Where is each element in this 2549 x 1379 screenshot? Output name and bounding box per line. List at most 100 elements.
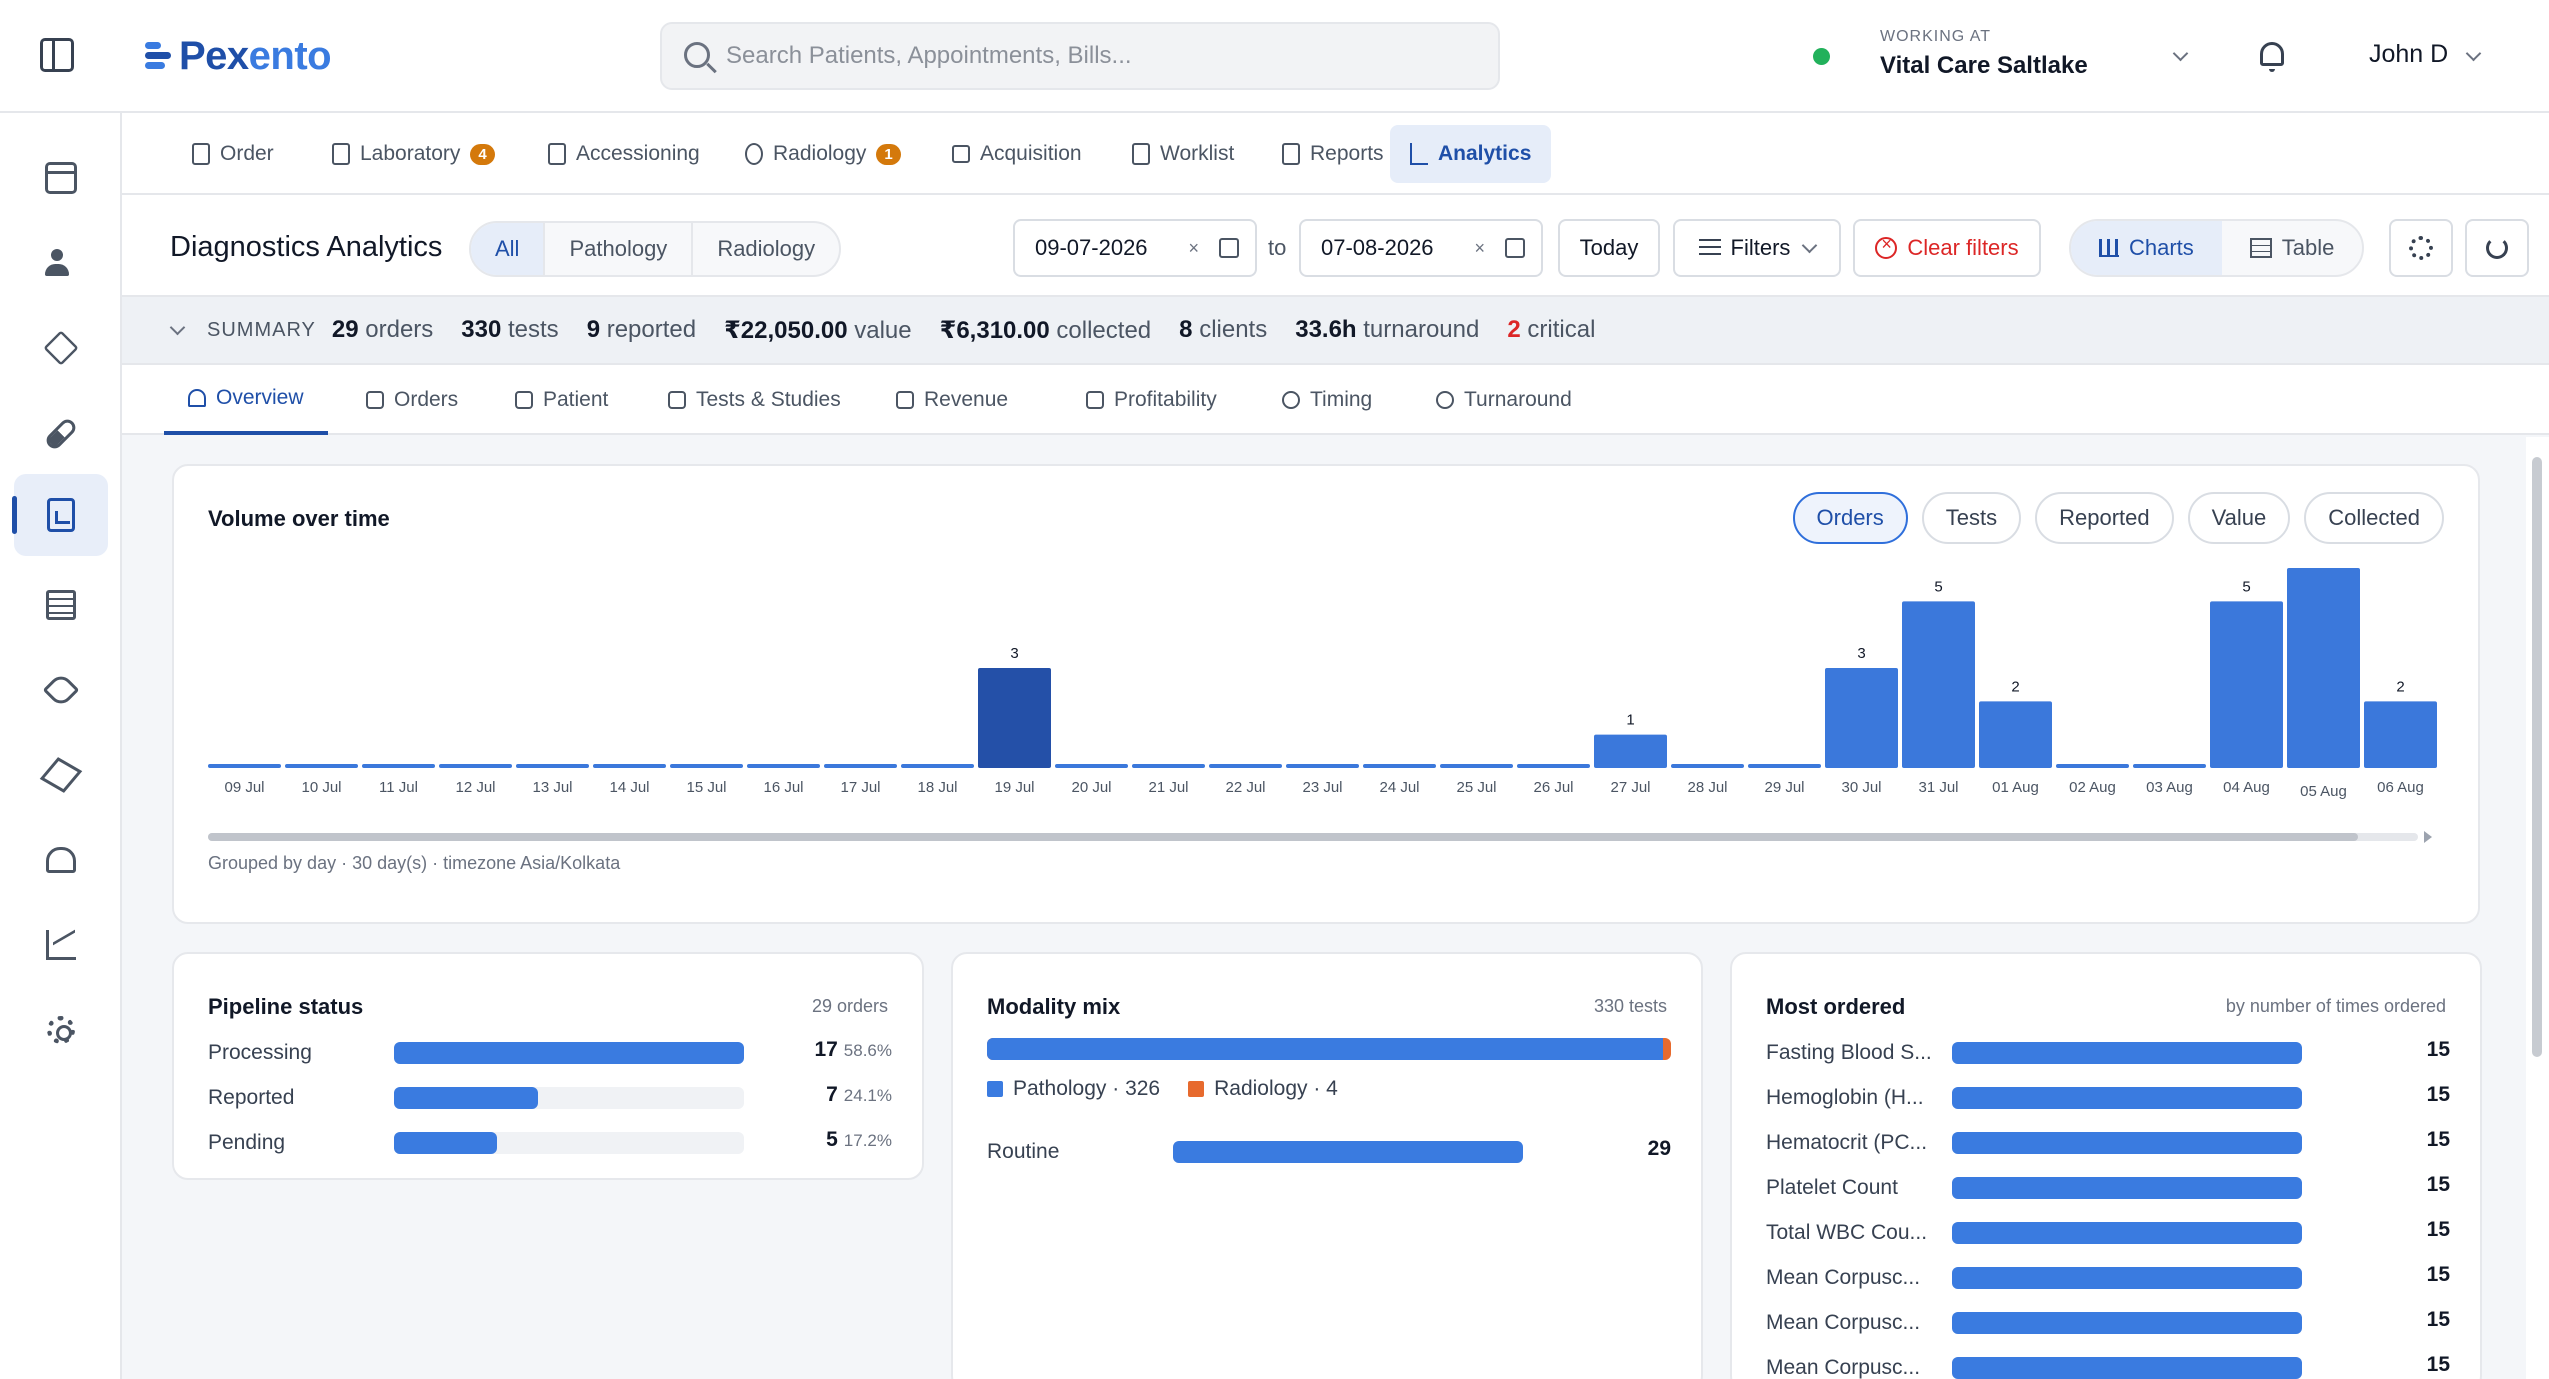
settings-button[interactable] — [2389, 219, 2453, 277]
tab-timing[interactable]: Timing — [1258, 365, 1396, 435]
bar-21-jul[interactable] — [1132, 764, 1205, 768]
bar-30-jul[interactable] — [1825, 668, 1898, 768]
summary-collapse-chevron-icon[interactable] — [169, 319, 186, 335]
bar-06-aug[interactable] — [2364, 701, 2437, 768]
bar-13-jul[interactable] — [516, 764, 589, 768]
user-menu[interactable]: John D — [2369, 40, 2448, 69]
scope-all[interactable]: All — [471, 223, 546, 275]
tab-overview[interactable]: Overview — [164, 365, 328, 435]
tab-revenue[interactable]: Revenue — [872, 365, 1032, 435]
today-button[interactable]: Today — [1558, 219, 1660, 277]
most-ordered-row[interactable]: Mean Corpusc... — [1766, 1308, 1920, 1338]
tab-laboratory[interactable]: Laboratory 4 — [312, 125, 515, 183]
nav-billing[interactable] — [14, 564, 108, 646]
charts-view-button[interactable]: Charts — [2071, 221, 2222, 275]
scope-radiology[interactable]: Radiology — [693, 223, 839, 275]
bar-24-jul[interactable] — [1363, 764, 1436, 768]
global-search[interactable] — [660, 22, 1500, 90]
tab-profitability[interactable]: Profitability — [1062, 365, 1241, 435]
location-chevron-down-icon[interactable] — [2172, 45, 2189, 62]
bar-16-jul[interactable] — [747, 764, 820, 768]
filters-button[interactable]: Filters — [1673, 219, 1841, 277]
notifications-bell-icon[interactable] — [2260, 42, 2284, 72]
most-ordered-row[interactable]: Hematocrit (PC... — [1766, 1128, 1927, 1158]
bar-29-jul[interactable] — [1748, 764, 1821, 768]
most-ordered-row[interactable]: Mean Corpusc... — [1766, 1263, 1920, 1293]
user-chevron-down-icon[interactable] — [2465, 45, 2482, 62]
bar-05-aug[interactable] — [2287, 568, 2360, 768]
metric-value[interactable]: Value — [2187, 492, 2291, 544]
clear-from-date-icon[interactable]: × — [1188, 238, 1199, 259]
bar-26-jul[interactable] — [1517, 764, 1590, 768]
from-date-field[interactable]: 09-07-2026 × — [1013, 219, 1257, 277]
bar-15-jul[interactable] — [670, 764, 743, 768]
bar-02-aug[interactable] — [2056, 764, 2129, 768]
nav-packages[interactable] — [14, 734, 108, 816]
from-date-calendar-icon[interactable] — [1219, 238, 1239, 258]
most-ordered-row[interactable]: Mean Corpusc... — [1766, 1353, 1920, 1379]
metric-orders[interactable]: Orders — [1792, 492, 1908, 544]
clear-filters-button[interactable]: Clear filters — [1853, 219, 2041, 277]
nav-settings[interactable] — [14, 989, 108, 1071]
nav-diagnostics[interactable] — [12, 474, 108, 556]
brand-logo[interactable]: Pexento — [145, 28, 332, 84]
bar-28-jul[interactable] — [1671, 764, 1744, 768]
tab-tests-studies[interactable]: Tests & Studies — [644, 365, 865, 435]
nav-inventory[interactable] — [14, 307, 108, 389]
bar-19-jul[interactable] — [978, 668, 1051, 768]
chart-scroll-thumb[interactable] — [208, 833, 2358, 841]
bar-01-aug[interactable] — [1979, 701, 2052, 768]
refresh-button[interactable] — [2465, 219, 2529, 277]
most-ordered-row[interactable]: Hemoglobin (H... — [1766, 1083, 1924, 1113]
bar-09-jul[interactable] — [208, 764, 281, 768]
bar-25-jul[interactable] — [1440, 764, 1513, 768]
tab-patient[interactable]: Patient — [491, 365, 632, 435]
most-ordered-row[interactable]: Total WBC Cou... — [1766, 1218, 1927, 1248]
metric-tests[interactable]: Tests — [1921, 492, 2022, 544]
nav-health[interactable] — [14, 819, 108, 901]
bar-12-jul[interactable] — [439, 764, 512, 768]
tab-accessioning[interactable]: Accessioning — [528, 125, 720, 183]
scope-pathology[interactable]: Pathology — [545, 223, 694, 275]
tab-orders[interactable]: Orders — [342, 365, 482, 435]
tab-analytics[interactable]: Analytics — [1390, 125, 1552, 183]
tab-worklist[interactable]: Worklist — [1112, 125, 1254, 183]
location-selector[interactable]: WORKING AT Vital Care Saltlake — [1880, 28, 2088, 80]
nav-reports[interactable] — [14, 904, 108, 986]
bar-18-jul[interactable] — [901, 764, 974, 768]
bar-27-jul[interactable] — [1594, 734, 1667, 768]
tab-turnaround[interactable]: Turnaround — [1412, 365, 1596, 435]
bar-04-aug[interactable] — [2210, 601, 2283, 768]
most-ordered-row[interactable]: Platelet Count — [1766, 1173, 1898, 1203]
bar-20-jul[interactable] — [1055, 764, 1128, 768]
bar-10-jul[interactable] — [285, 764, 358, 768]
metric-reported[interactable]: Reported — [2035, 492, 2174, 544]
tab-radiology[interactable]: Radiology 1 — [725, 125, 921, 183]
bar-14-jul[interactable] — [593, 764, 666, 768]
chart-scroll-right-arrow-icon[interactable] — [2424, 831, 2432, 843]
page-vertical-scrollbar[interactable] — [2526, 437, 2549, 1379]
sidebar-toggle-icon[interactable] — [40, 38, 74, 72]
tab-acquisition[interactable]: Acquisition — [932, 125, 1102, 183]
chart-horizontal-scrollbar[interactable] — [208, 833, 2418, 841]
summary-strip[interactable]: SUMMARY 29 orders 330 tests 9 reported ₹… — [122, 297, 2549, 365]
nav-pharmacy[interactable] — [14, 393, 108, 475]
to-date-calendar-icon[interactable] — [1505, 238, 1525, 258]
bar-23-jul[interactable] — [1286, 764, 1359, 768]
bar-22-jul[interactable] — [1209, 764, 1282, 768]
tab-reports[interactable]: Reports — [1262, 125, 1404, 183]
search-input[interactable] — [726, 42, 1498, 70]
page-scroll-thumb[interactable] — [2532, 457, 2542, 1057]
tab-order[interactable]: Order — [172, 125, 294, 183]
metric-collected[interactable]: Collected — [2304, 492, 2444, 544]
most-ordered-row[interactable]: Fasting Blood S... — [1766, 1038, 1932, 1068]
nav-pricing[interactable] — [14, 649, 108, 731]
nav-patients[interactable] — [14, 222, 108, 304]
to-date-field[interactable]: 07-08-2026 × — [1299, 219, 1543, 277]
bar-11-jul[interactable] — [362, 764, 435, 768]
table-view-button[interactable]: Table — [2222, 221, 2363, 275]
clear-to-date-icon[interactable]: × — [1474, 238, 1485, 259]
nav-calendar[interactable] — [14, 137, 108, 219]
bar-17-jul[interactable] — [824, 764, 897, 768]
bar-31-jul[interactable] — [1902, 601, 1975, 768]
